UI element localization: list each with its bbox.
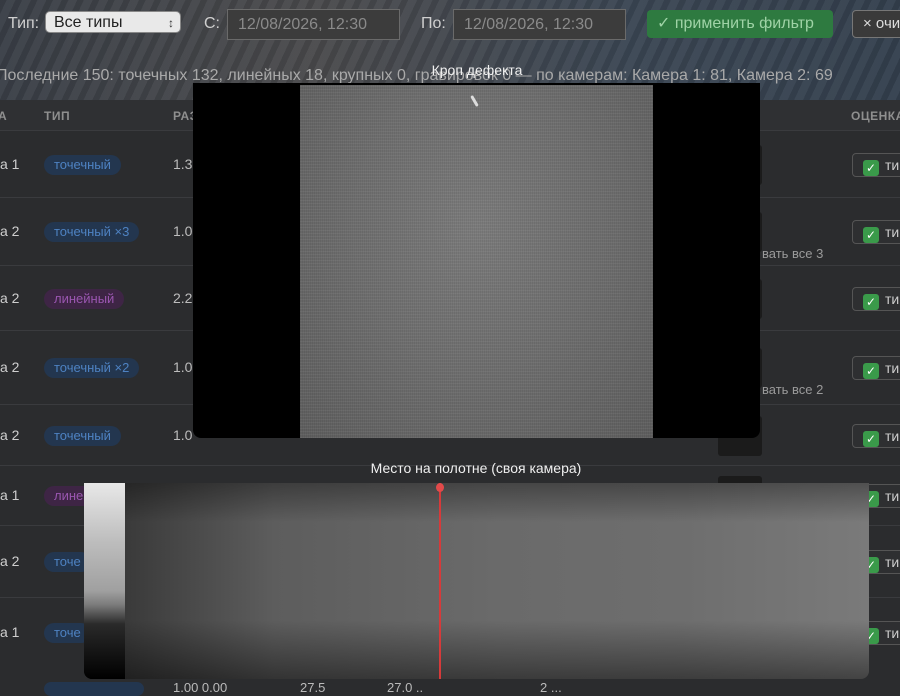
grade-select[interactable]: ✓ ти — [852, 153, 900, 177]
grade-select[interactable]: ✓ ти — [852, 356, 900, 380]
cell-value: 27.5 — [300, 680, 326, 695]
chevron-updown-icon: ↕ — [168, 16, 174, 30]
grade-value: ти — [885, 291, 900, 307]
grade-value: ти — [885, 554, 900, 570]
grade-select[interactable]: ✓ ти — [852, 220, 900, 244]
size-value: 1.00 0.00 — [173, 680, 228, 695]
check-icon: ✓ — [863, 160, 879, 176]
web-location-viewer — [84, 483, 869, 679]
type-select-value: Все типы — [54, 14, 123, 31]
col-camera: А — [0, 109, 8, 123]
type-badge — [44, 682, 144, 696]
grade-value: ти — [885, 360, 900, 376]
col-type: ТИП — [44, 109, 71, 123]
type-badge: точечный ×3 — [44, 222, 140, 242]
camera-cell: а 2 — [0, 359, 20, 375]
size-cell: 1.0 — [173, 359, 193, 375]
crop-title: Кроп дефекта — [431, 62, 523, 78]
type-badge: линейный — [44, 289, 125, 309]
size-cell: 1.0 — [173, 223, 193, 239]
image-texture — [300, 85, 653, 438]
check-icon: ✓ — [863, 227, 879, 243]
type-badge: точечный ×2 — [44, 358, 140, 378]
camera-cell: а 2 — [0, 553, 20, 569]
apply-filter-button[interactable]: ✓ применить фильтр — [647, 10, 833, 38]
show-all-link[interactable]: вать все 2 — [762, 382, 823, 397]
col-grade: ОЦЕНКА — [851, 109, 900, 123]
defect-crop-image — [300, 85, 653, 438]
type-filter-label: Тип: — [8, 15, 40, 32]
table-row-partial: 1.00 0.00 27.5 27.0 .. 2 ... — [0, 680, 900, 696]
type-select[interactable]: Все типы ↕ — [45, 11, 181, 33]
cell-value: 27.0 .. — [387, 680, 424, 695]
camera-cell: а 1 — [0, 487, 20, 503]
grade-value: ти — [885, 157, 900, 173]
check-icon: ✓ — [863, 431, 879, 447]
from-label: С: — [204, 15, 220, 32]
grade-value: ти — [885, 428, 900, 444]
from-date-input[interactable]: 12/08/2026, 12:30 — [227, 9, 400, 40]
web-strip-image — [125, 483, 869, 679]
check-icon: ✓ — [863, 294, 879, 310]
show-all-link[interactable]: вать все 3 — [762, 246, 823, 261]
grade-select[interactable]: ✓ ти — [852, 287, 900, 311]
to-date-input[interactable]: 12/08/2026, 12:30 — [453, 9, 626, 40]
marker-dot-icon — [436, 483, 444, 492]
check-icon: ✓ — [863, 363, 879, 379]
grade-value: ти — [885, 625, 900, 641]
grade-value: ти — [885, 224, 900, 240]
size-cell: 1.3 — [173, 156, 193, 172]
camera-cell: а 1 — [0, 156, 20, 172]
to-label: По: — [421, 15, 446, 32]
camera-cell: а 2 — [0, 223, 20, 239]
type-badge: точечный — [44, 155, 121, 175]
size-cell: 1.0 — [173, 427, 193, 443]
defect-position-marker — [439, 483, 441, 679]
camera-cell: а 2 — [0, 427, 20, 443]
clear-filter-button[interactable]: × очи — [852, 10, 900, 38]
crop-viewer — [193, 83, 760, 438]
type-badge: точечный — [44, 426, 121, 446]
camera-cell: а 2 — [0, 290, 20, 306]
cell-value: 2 ... — [540, 680, 562, 695]
camera-cell: а 1 — [0, 624, 20, 640]
size-cell: 2.2 — [173, 290, 193, 306]
grade-value: ти — [885, 488, 900, 504]
place-title: Место на полотне (своя камера) — [370, 460, 582, 476]
grade-select[interactable]: ✓ ти — [852, 424, 900, 448]
web-edge-image — [84, 483, 125, 679]
filter-bar: Тип: Все типы ↕ С: 12/08/2026, 12:30 По:… — [0, 9, 900, 40]
